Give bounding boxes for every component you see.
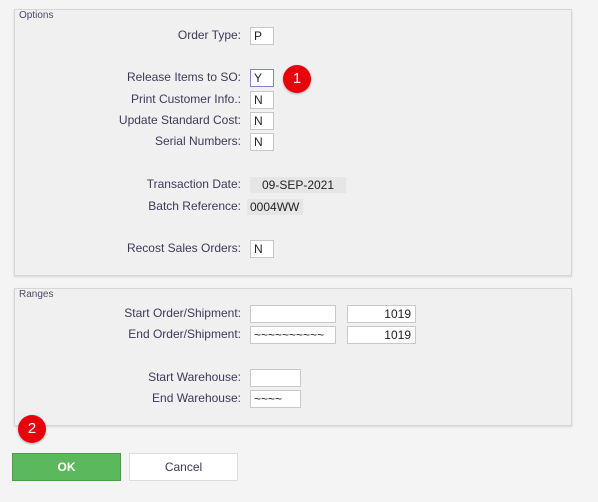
end-order-label: End Order/Shipment: bbox=[128, 327, 241, 341]
recost-field[interactable]: N bbox=[250, 240, 274, 258]
transaction-date-label: Transaction Date: bbox=[146, 177, 241, 191]
start-order-to-field[interactable]: 1019 bbox=[347, 305, 416, 323]
options-panel: Options bbox=[14, 9, 572, 276]
release-items-field[interactable]: Y bbox=[250, 69, 274, 87]
end-order-to-field[interactable]: 1019 bbox=[347, 326, 416, 344]
release-items-label: Release Items to SO: bbox=[126, 70, 241, 84]
recost-label: Recost Sales Orders: bbox=[126, 241, 241, 255]
start-warehouse-label: Start Warehouse: bbox=[148, 370, 241, 384]
step-marker-2: 2 bbox=[18, 415, 46, 443]
cancel-button[interactable]: Cancel bbox=[129, 453, 238, 481]
serial-numbers-field[interactable]: N bbox=[250, 133, 274, 151]
end-warehouse-label: End Warehouse: bbox=[152, 391, 241, 405]
ranges-title: Ranges bbox=[19, 289, 54, 300]
end-order-from-field[interactable]: ~~~~~~~~~~ bbox=[250, 326, 336, 344]
print-customer-field[interactable]: N bbox=[250, 91, 274, 109]
print-customer-label: Print Customer Info.: bbox=[130, 92, 241, 106]
batch-reference-label: Batch Reference: bbox=[148, 199, 241, 213]
order-type-field[interactable]: P bbox=[250, 27, 274, 45]
step-marker-1: 1 bbox=[283, 65, 311, 93]
end-warehouse-field[interactable]: ~~~~ bbox=[250, 390, 301, 408]
serial-numbers-label: Serial Numbers: bbox=[154, 134, 241, 148]
start-order-label: Start Order/Shipment: bbox=[124, 306, 241, 320]
options-title: Options bbox=[19, 10, 54, 21]
batch-reference-value: 0004WW bbox=[247, 199, 303, 215]
ok-button[interactable]: OK bbox=[12, 453, 121, 481]
transaction-date-value: 09-SEP-2021 bbox=[250, 177, 346, 193]
order-type-label: Order Type: bbox=[177, 28, 241, 42]
start-order-from-field[interactable] bbox=[250, 305, 336, 323]
start-warehouse-field[interactable] bbox=[250, 369, 301, 387]
update-cost-field[interactable]: N bbox=[250, 112, 274, 130]
update-cost-label: Update Standard Cost: bbox=[118, 113, 241, 127]
